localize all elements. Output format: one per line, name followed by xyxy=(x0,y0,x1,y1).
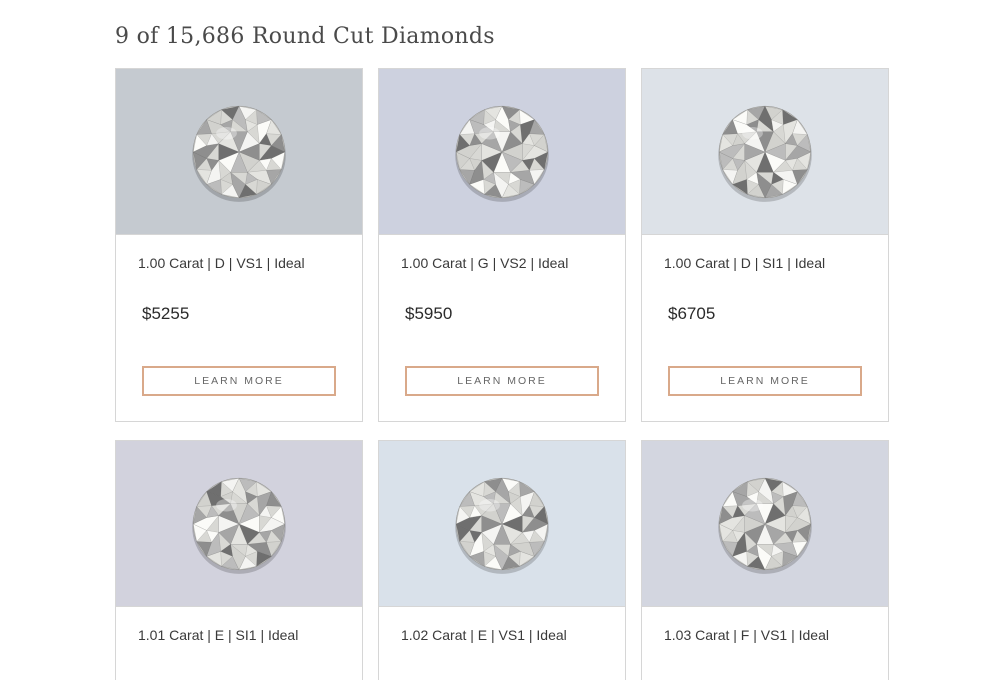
diamond-spec[interactable]: 1.00 Carat | D | VS1 | Ideal xyxy=(138,255,305,271)
diamond-card[interactable]: 1.00 Carat | D | VS1 | Ideal $5255 LEARN… xyxy=(115,68,363,422)
learn-more-button[interactable]: LEARN MORE xyxy=(405,366,599,396)
round-diamond-icon xyxy=(192,105,286,202)
diamond-photo[interactable] xyxy=(642,441,888,607)
diamond-grid: 1.00 Carat | D | VS1 | Ideal $5255 LEARN… xyxy=(115,68,890,680)
diamond-spec[interactable]: 1.00 Carat | D | SI1 | Ideal xyxy=(664,255,825,271)
diamond-photo[interactable] xyxy=(642,69,888,235)
diamond-photo[interactable] xyxy=(116,441,362,607)
results-heading: 9 of 15,686 Round Cut Diamonds xyxy=(115,24,495,49)
diamond-photo[interactable] xyxy=(379,441,625,607)
round-diamond-icon xyxy=(718,477,812,574)
diamond-spec[interactable]: 1.00 Carat | G | VS2 | Ideal xyxy=(401,255,568,271)
diamond-spec[interactable]: 1.01 Carat | E | SI1 | Ideal xyxy=(138,627,298,643)
diamond-spec[interactable]: 1.02 Carat | E | VS1 | Ideal xyxy=(401,627,567,643)
round-diamond-icon xyxy=(192,477,286,574)
diamond-card[interactable]: 1.02 Carat | E | VS1 | Ideal xyxy=(378,440,626,680)
diamond-card[interactable]: 1.00 Carat | G | VS2 | Ideal $5950 LEARN… xyxy=(378,68,626,422)
diamond-spec[interactable]: 1.03 Carat | F | VS1 | Ideal xyxy=(664,627,829,643)
round-diamond-icon xyxy=(455,477,549,574)
diamond-photo[interactable] xyxy=(379,69,625,235)
diamond-price: $5255 xyxy=(142,304,190,323)
diamond-price: $5950 xyxy=(405,304,453,323)
diamond-card[interactable]: 1.01 Carat | E | SI1 | Ideal xyxy=(115,440,363,680)
round-diamond-icon xyxy=(455,105,549,202)
diamond-card[interactable]: 1.00 Carat | D | SI1 | Ideal $6705 LEARN… xyxy=(641,68,889,422)
round-diamond-icon xyxy=(718,105,812,202)
diamond-photo[interactable] xyxy=(116,69,362,235)
diamond-price: $6705 xyxy=(668,304,716,323)
learn-more-button[interactable]: LEARN MORE xyxy=(668,366,862,396)
learn-more-button[interactable]: LEARN MORE xyxy=(142,366,336,396)
diamond-card[interactable]: 1.03 Carat | F | VS1 | Ideal xyxy=(641,440,889,680)
